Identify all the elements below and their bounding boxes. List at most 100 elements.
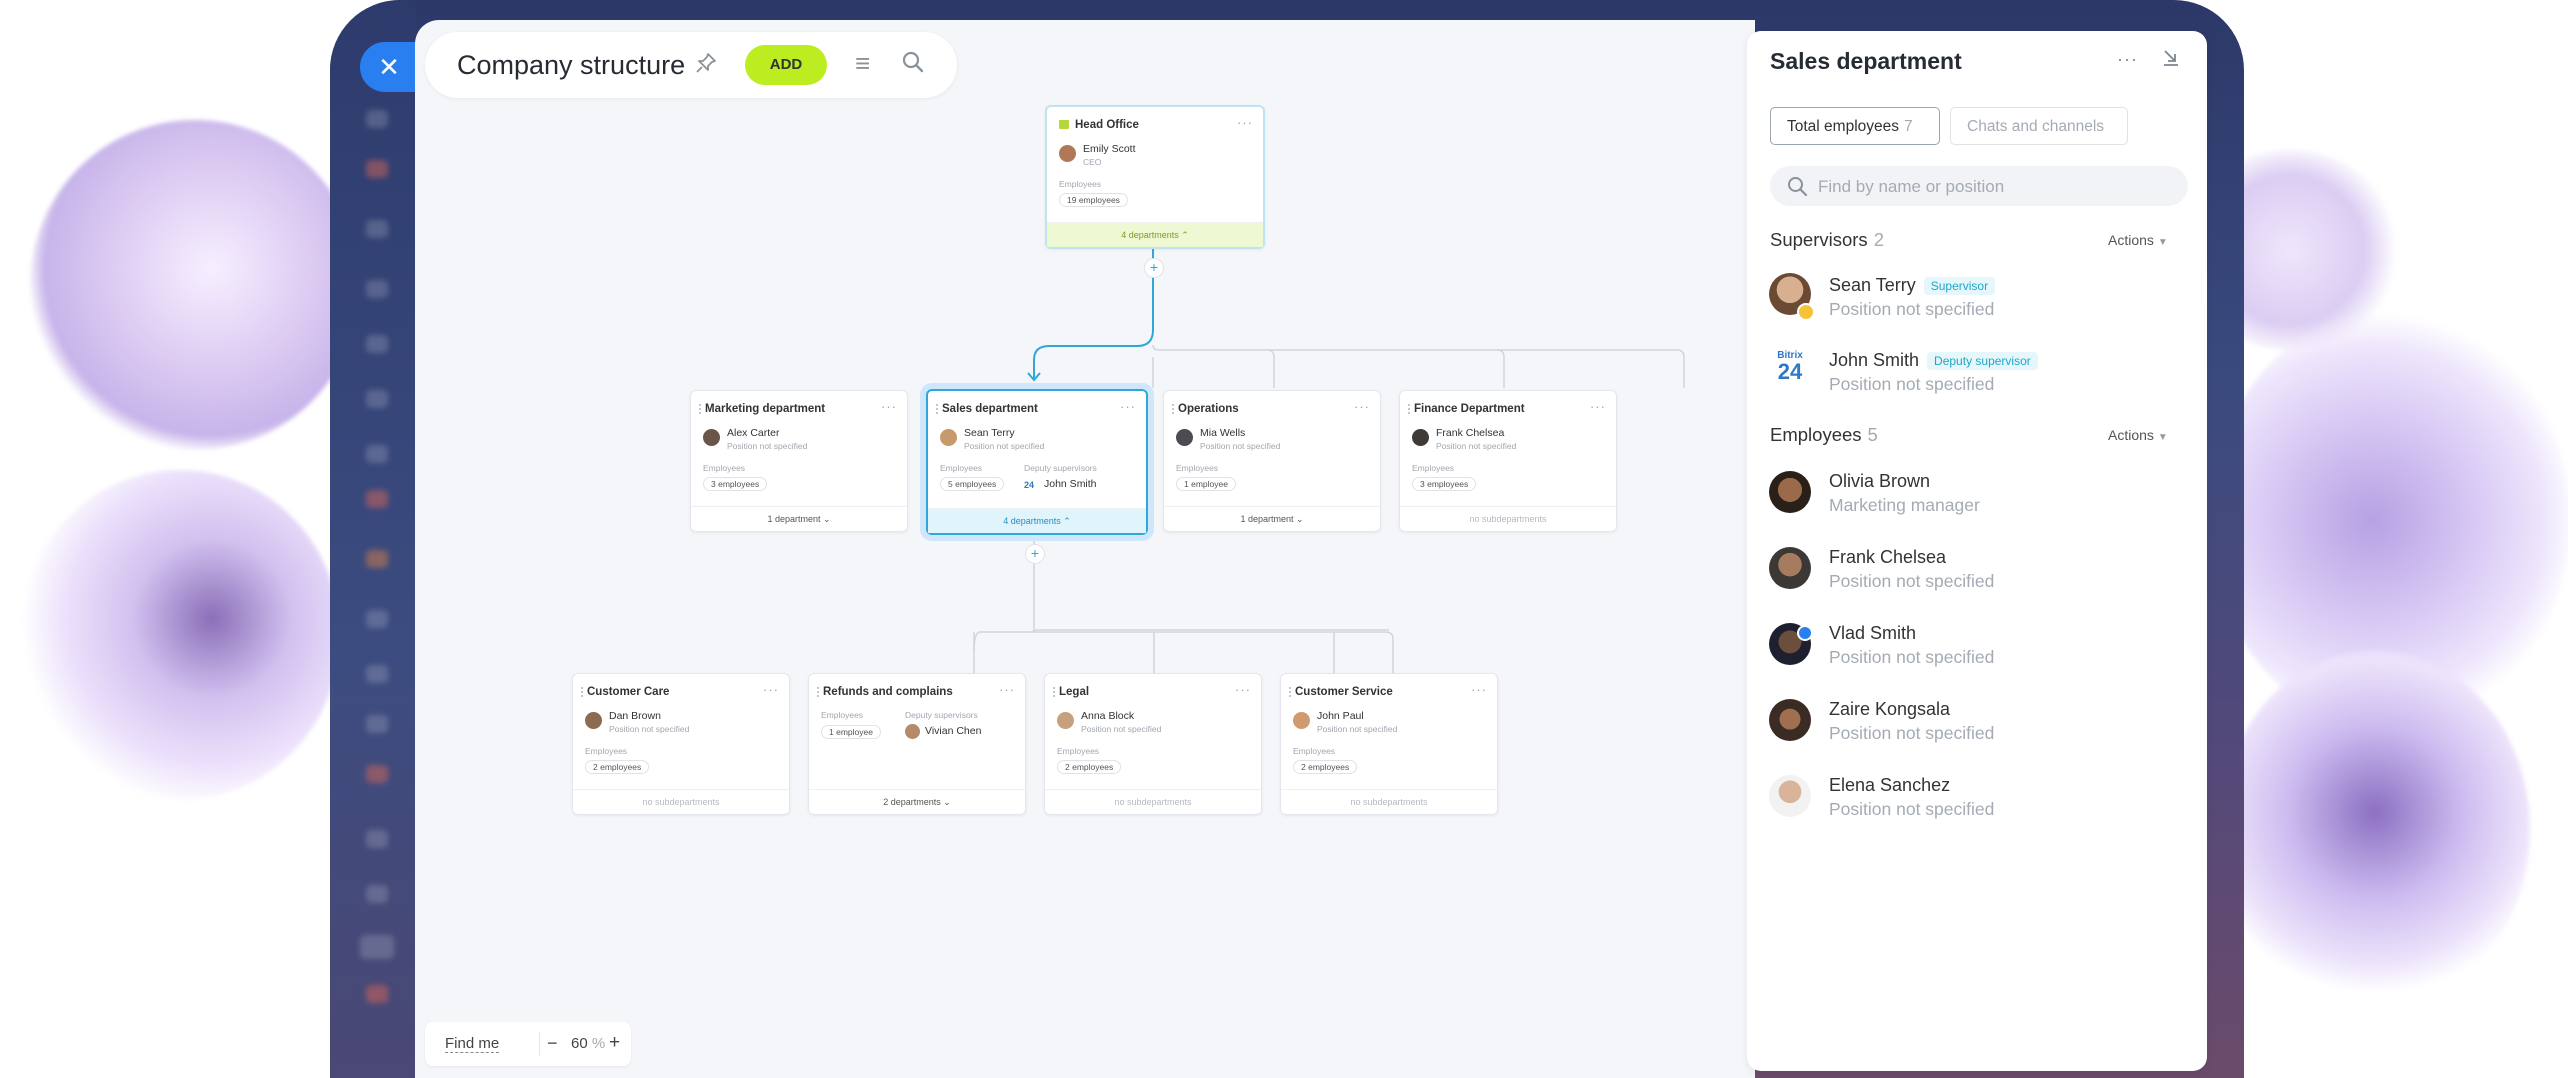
- footer-label: 2 departments: [883, 797, 941, 807]
- flower-decoration: [20, 470, 340, 800]
- org-node-marketing[interactable]: Marketing department ··· Alex Carter Pos…: [690, 390, 908, 532]
- employees-count[interactable]: 19 employees: [1059, 193, 1128, 207]
- panel-title: Sales department: [1770, 48, 1962, 74]
- avatar: [1769, 547, 1811, 589]
- tab-chats-and-channels[interactable]: Chats and channels: [1950, 107, 2128, 145]
- employees-count[interactable]: 3 employees: [703, 477, 768, 491]
- employees-count[interactable]: 5 employees: [940, 477, 1005, 491]
- more-icon[interactable]: ···: [1471, 682, 1487, 697]
- add-node-button[interactable]: +: [1025, 544, 1045, 564]
- avatar: [1769, 699, 1811, 741]
- person-name: Sean Terry Supervisor: [1829, 275, 1996, 296]
- avatar: [1769, 471, 1811, 513]
- supervisor-row[interactable]: Sean Terry Supervisor Position not specif…: [1747, 273, 2207, 333]
- departments-toggle[interactable]: 1 department ⌄: [691, 506, 907, 531]
- zoom-out-button[interactable]: −: [547, 1033, 558, 1054]
- search-icon[interactable]: [901, 50, 925, 74]
- actions-label: Actions: [2108, 427, 2154, 443]
- employees-actions-dropdown[interactable]: Actions ▼: [2108, 427, 2168, 443]
- zoom-in-button[interactable]: +: [609, 1032, 620, 1054]
- employees-count[interactable]: 2 employees: [1293, 760, 1358, 774]
- org-node-finance[interactable]: Finance Department ··· Frank Chelsea Pos…: [1399, 390, 1617, 532]
- employees-count[interactable]: 1 employee: [1176, 477, 1236, 491]
- org-node-operations[interactable]: Operations ··· Mia Wells Position not sp…: [1163, 390, 1381, 532]
- org-node-refunds[interactable]: Refunds and complains ··· Employees 1 em…: [808, 673, 1026, 815]
- org-node-legal[interactable]: Legal ··· Anna Block Position not specif…: [1044, 673, 1262, 815]
- employees-count[interactable]: 1 employee: [821, 725, 881, 739]
- avatar: [1176, 429, 1193, 446]
- person-name: Frank Chelsea: [1829, 547, 1947, 567]
- node-title: Refunds and complains: [823, 686, 953, 698]
- add-button[interactable]: ADD: [745, 45, 827, 85]
- employee-row[interactable]: Elena Sanchez Position not specified: [1747, 773, 2207, 833]
- person-name: John Smith Deputy supervisor: [1829, 350, 2038, 371]
- more-icon[interactable]: ···: [1235, 682, 1251, 697]
- status-icon: [1797, 625, 1813, 641]
- more-icon[interactable]: ···: [881, 399, 897, 414]
- employees-count[interactable]: 2 employees: [1057, 760, 1122, 774]
- supervisor-role: Position not specified: [1081, 724, 1162, 734]
- org-node-customer-care[interactable]: Customer Care ··· Dan Brown Position not…: [572, 673, 790, 815]
- org-node-sales[interactable]: Sales department ··· Sean Terry Position…: [926, 389, 1148, 535]
- more-icon[interactable]: ···: [1354, 399, 1370, 414]
- supervisors-actions-dropdown[interactable]: Actions ▼: [2108, 232, 2168, 248]
- avatar: [703, 429, 720, 446]
- tab-total-employees[interactable]: Total employees 7: [1770, 107, 1940, 145]
- departments-toggle[interactable]: 2 departments ⌄: [809, 789, 1025, 814]
- tab-label: Chats and channels: [1967, 118, 2105, 135]
- employee-row[interactable]: Vlad Smith Position not specified: [1747, 621, 2207, 681]
- person-position: Position not specified: [1829, 571, 1995, 591]
- supervisor-name: Frank Chelsea: [1436, 427, 1505, 439]
- more-icon[interactable]: ···: [1120, 399, 1136, 414]
- deputy-label: Deputy supervisors: [1024, 463, 1097, 473]
- supervisors-heading: Supervisors 2: [1770, 229, 1884, 251]
- departments-toggle[interactable]: 4 departments ⌃: [928, 508, 1146, 533]
- org-node-customer-service[interactable]: Customer Service ··· John Paul Position …: [1280, 673, 1498, 815]
- org-node-head-office[interactable]: Head Office ··· Emily Scott CEO Employee…: [1045, 105, 1265, 249]
- deputy-name: John Smith: [1044, 478, 1097, 490]
- departments-toggle[interactable]: 4 departments ⌃: [1047, 222, 1263, 247]
- add-node-button[interactable]: +: [1144, 258, 1164, 278]
- departments-toggle[interactable]: 1 department ⌄: [1164, 506, 1380, 531]
- more-icon[interactable]: ···: [1590, 399, 1606, 414]
- person-position: Position not specified: [1829, 647, 1995, 667]
- no-subdepartments-label: no subdepartments: [1045, 789, 1261, 814]
- collapse-panel-icon[interactable]: [2161, 47, 2181, 73]
- node-title: Finance Department: [1414, 403, 1525, 415]
- employees-count[interactable]: 2 employees: [585, 760, 650, 774]
- node-title: Customer Service: [1295, 686, 1393, 698]
- pin-icon[interactable]: [695, 52, 717, 80]
- employees-label: Employees: [940, 463, 983, 473]
- employee-row[interactable]: Zaire Kongsala Position not specified: [1747, 697, 2207, 757]
- employee-row[interactable]: Frank Chelsea Position not specified: [1747, 545, 2207, 605]
- supervisor-name: Anna Block: [1081, 710, 1135, 722]
- menu-icon[interactable]: ≡: [855, 48, 870, 79]
- more-icon[interactable]: ···: [1237, 115, 1253, 130]
- node-title: Customer Care: [587, 686, 670, 698]
- employee-row[interactable]: Olivia Brown Marketing manager: [1747, 469, 2207, 529]
- person-position: Marketing manager: [1829, 495, 1980, 515]
- more-icon[interactable]: ···: [999, 682, 1015, 697]
- person-position: Position not specified: [1829, 374, 1995, 394]
- more-icon[interactable]: ···: [763, 682, 779, 697]
- close-icon[interactable]: ✕: [360, 42, 418, 92]
- role-badge: Deputy supervisor: [1927, 352, 2038, 371]
- bitrix-logo-icon: Bitrix 24: [1769, 350, 1811, 392]
- person-name: Vlad Smith: [1829, 623, 1917, 643]
- search-input[interactable]: Find by name or position: [1770, 166, 2188, 206]
- no-subdepartments-label: no subdepartments: [1281, 789, 1497, 814]
- zoom-value: 60: [571, 1035, 588, 1052]
- role-badge: Supervisor: [1923, 277, 1996, 296]
- logo-text: 24: [1777, 359, 1803, 384]
- building-icon: [1059, 120, 1069, 129]
- supervisor-name: Alex Carter: [727, 427, 780, 439]
- footer-label: 1 department: [1240, 514, 1294, 524]
- find-me-link[interactable]: Find me: [445, 1035, 500, 1053]
- bitrix-logo-icon: 24: [1024, 480, 1035, 490]
- name-text: Sean Terry: [1829, 275, 1916, 295]
- employees-count[interactable]: 3 employees: [1412, 477, 1477, 491]
- supervisor-row[interactable]: Bitrix 24 John Smith Deputy supervisor Po…: [1747, 348, 2207, 408]
- more-icon[interactable]: ···: [2117, 49, 2138, 70]
- actions-label: Actions: [2108, 232, 2154, 248]
- name-text: John Smith: [1829, 350, 1920, 370]
